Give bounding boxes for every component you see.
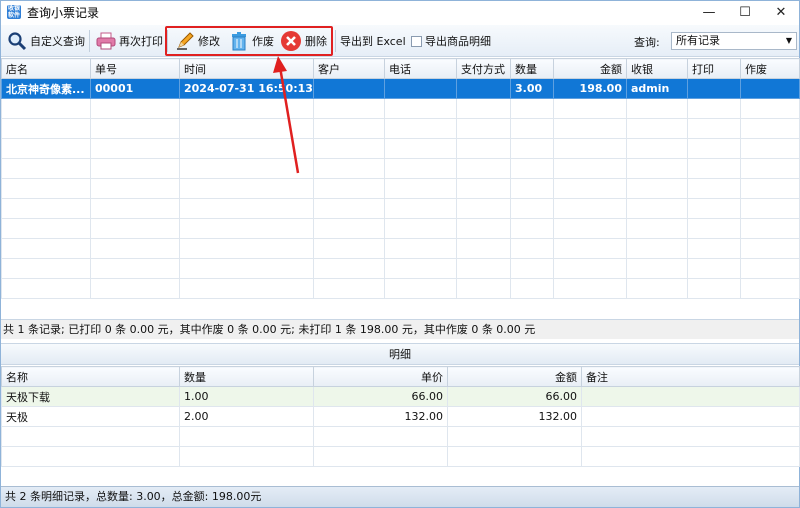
column-header[interactable]: 打印 bbox=[687, 58, 741, 79]
title-bar: 收银软件 查询小票记录 — ☐ ✕ bbox=[1, 1, 799, 23]
cell-name: 天极 bbox=[1, 406, 180, 427]
custom-query-button[interactable]: 自定义查询 bbox=[7, 25, 85, 57]
receipts-table: 店名 单号 时间 客户 电话 支付方式 数量 金额 收银 打印 作废 北京神奇像… bbox=[1, 58, 800, 299]
cell-price: 132.00 bbox=[313, 406, 448, 427]
cell-amount: 198.00 bbox=[553, 78, 627, 99]
column-header[interactable]: 电话 bbox=[384, 58, 457, 79]
column-header[interactable]: 时间 bbox=[179, 58, 314, 79]
empty-row bbox=[1, 258, 800, 279]
checkbox-icon[interactable] bbox=[411, 35, 422, 47]
empty-row bbox=[1, 278, 800, 299]
cell-name: 天极下载 bbox=[1, 386, 180, 407]
printer-icon bbox=[96, 32, 116, 50]
chevron-down-icon: ▼ bbox=[785, 36, 792, 45]
window-title: 查询小票记录 bbox=[27, 5, 100, 20]
column-header[interactable]: 作废 bbox=[740, 58, 800, 79]
export-details-label: 导出商品明细 bbox=[425, 35, 491, 48]
column-header[interactable]: 单号 bbox=[90, 58, 180, 79]
export-excel-button[interactable]: 导出到 Excel bbox=[340, 25, 406, 57]
cell-printed bbox=[687, 78, 741, 99]
empty-row bbox=[1, 446, 800, 467]
details-header-row: 名称 数量 单价 金额 备注 bbox=[1, 366, 800, 387]
magnifier-icon bbox=[8, 32, 27, 51]
cell-payment bbox=[456, 78, 511, 99]
empty-row bbox=[1, 198, 800, 219]
empty-row bbox=[1, 118, 800, 139]
toolbar-separator bbox=[335, 30, 336, 52]
empty-row bbox=[1, 426, 800, 447]
close-button[interactable]: ✕ bbox=[763, 1, 799, 23]
column-header[interactable]: 支付方式 bbox=[456, 58, 511, 79]
cell-note bbox=[581, 406, 800, 427]
cell-price: 66.00 bbox=[313, 386, 448, 407]
column-header[interactable]: 客户 bbox=[313, 58, 385, 79]
cell-voided bbox=[740, 78, 800, 99]
details-table: 名称 数量 单价 金额 备注 天极下载 1.00 66.00 66.00 天极 … bbox=[1, 366, 800, 467]
empty-row bbox=[1, 238, 800, 259]
app-icon: 收银软件 bbox=[7, 5, 21, 19]
query-select-value: 所有记录 bbox=[676, 34, 720, 47]
cell-number: 00001 bbox=[90, 78, 180, 99]
minimize-button[interactable]: — bbox=[691, 1, 727, 23]
column-header[interactable]: 备注 bbox=[581, 366, 800, 387]
cell-note bbox=[581, 386, 800, 407]
reprint-button[interactable]: 再次打印 bbox=[96, 25, 163, 57]
column-header[interactable]: 数量 bbox=[510, 58, 554, 79]
table-row[interactable]: 北京神奇像素... 00001 2024-07-31 16:50:13 3.00… bbox=[1, 78, 800, 99]
cell-phone bbox=[384, 78, 457, 99]
column-header[interactable]: 数量 bbox=[179, 366, 314, 387]
cell-customer bbox=[313, 78, 385, 99]
detail-section-title: 明细 bbox=[1, 343, 799, 365]
receipt-query-window: 收银软件 查询小票记录 — ☐ ✕ 自定义查询 再次打印 修改 作废 删除 导出… bbox=[0, 0, 800, 508]
column-header[interactable]: 金额 bbox=[553, 58, 627, 79]
cell-qty: 3.00 bbox=[510, 78, 554, 99]
cell-cashier: admin bbox=[626, 78, 688, 99]
empty-row bbox=[1, 98, 800, 119]
receipts-header-row: 店名 单号 时间 客户 电话 支付方式 数量 金额 收银 打印 作废 bbox=[1, 58, 800, 79]
toolbar-separator bbox=[89, 30, 90, 52]
empty-row bbox=[1, 178, 800, 199]
table-row[interactable]: 天极 2.00 132.00 132.00 bbox=[1, 406, 800, 427]
cell-qty: 1.00 bbox=[179, 386, 314, 407]
export-excel-label: 导出到 Excel bbox=[340, 35, 406, 48]
empty-row bbox=[1, 138, 800, 159]
column-header[interactable]: 收银 bbox=[626, 58, 688, 79]
table-row[interactable]: 天极下载 1.00 66.00 66.00 bbox=[1, 386, 800, 407]
maximize-button[interactable]: ☐ bbox=[727, 1, 763, 23]
summary-text: 共 1 条记录; 已打印 0 条 0.00 元，其中作废 0 条 0.00 元;… bbox=[1, 319, 799, 339]
column-header[interactable]: 金额 bbox=[447, 366, 582, 387]
query-label: 查询: bbox=[634, 36, 660, 49]
query-select[interactable]: 所有记录 ▼ bbox=[671, 32, 797, 50]
toolbar: 自定义查询 再次打印 修改 作废 删除 导出到 Excel 导出商品明细 查询:… bbox=[1, 25, 799, 57]
custom-query-label: 自定义查询 bbox=[30, 35, 85, 48]
status-bar: 共 2 条明细记录，总数量: 3.00，总金额: 198.00元 bbox=[1, 486, 799, 507]
cell-store: 北京神奇像素... bbox=[1, 78, 91, 99]
column-header[interactable]: 店名 bbox=[1, 58, 91, 79]
cell-qty: 2.00 bbox=[179, 406, 314, 427]
cell-time: 2024-07-31 16:50:13 bbox=[179, 78, 314, 99]
cell-amount: 66.00 bbox=[447, 386, 582, 407]
column-header[interactable]: 单价 bbox=[313, 366, 448, 387]
reprint-label: 再次打印 bbox=[119, 35, 163, 48]
empty-row bbox=[1, 218, 800, 239]
export-details-checkbox[interactable]: 导出商品明细 bbox=[411, 25, 491, 57]
empty-row bbox=[1, 158, 800, 179]
annotation-highlight-box bbox=[165, 26, 333, 56]
cell-amount: 132.00 bbox=[447, 406, 582, 427]
column-header[interactable]: 名称 bbox=[1, 366, 180, 387]
